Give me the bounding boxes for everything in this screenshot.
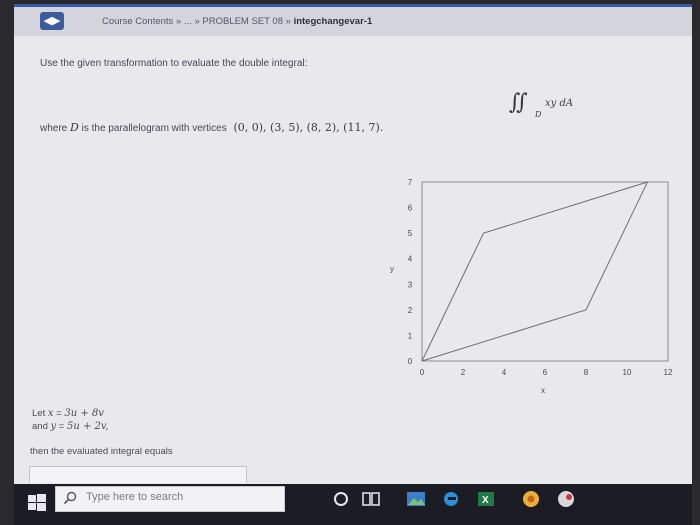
edge-browser-icon[interactable] — [440, 489, 462, 509]
y-tick-label: 1 — [408, 331, 413, 340]
x-tick-label: 10 — [623, 368, 632, 377]
x-tick-label: 0 — [420, 368, 425, 377]
region-description: where D is the parallelogram with vertic… — [40, 121, 383, 134]
x-tick-label: 6 — [543, 368, 548, 377]
app-icon-chat[interactable] — [555, 489, 577, 509]
header-accent-stripe — [14, 4, 692, 7]
breadcrumb-course-contents[interactable]: Course Contents — [102, 16, 173, 27]
where-prefix: where — [40, 123, 68, 134]
search-icon — [63, 491, 77, 505]
breadcrumb-ellipsis[interactable]: ... — [184, 16, 192, 27]
app-icon-yellow[interactable] — [520, 489, 542, 509]
y-tick-label: 6 — [408, 204, 413, 213]
cortana-icon[interactable] — [330, 489, 352, 509]
y-variable: y — [50, 421, 57, 432]
excel-icon[interactable]: X — [475, 489, 497, 509]
x-axis-label: x — [541, 386, 545, 395]
photos-app-icon[interactable] — [405, 489, 427, 509]
back-button[interactable]: ◀▶ — [40, 12, 64, 30]
let-label: Let — [32, 408, 46, 419]
breadcrumb-separator: » — [175, 16, 182, 27]
integral-sign: ∬ — [509, 90, 528, 115]
transformation-y-line: and y = 5u + 2v, — [32, 420, 109, 433]
vertex-list: (0, 0), (3, 5), (8, 2), (11, 7). — [233, 121, 384, 134]
answer-input[interactable] — [29, 466, 247, 483]
breadcrumb-separator: » — [194, 16, 200, 27]
y-expression: 5u + 2v, — [67, 421, 109, 432]
windows-start-icon[interactable] — [24, 490, 50, 516]
integrand: xy dA — [545, 98, 573, 109]
x-variable: x — [47, 408, 54, 419]
double-integral-expression: ∬ D xy dA — [509, 90, 573, 119]
equals-sign: = — [58, 421, 65, 432]
integral-region-label: D — [534, 110, 542, 119]
parallelogram-chart: 0 2 4 6 8 10 1201234567xy — [390, 178, 673, 395]
back-arrow-icon: ◀▶ — [43, 15, 61, 27]
y-axis-label: y — [390, 265, 394, 274]
transformation-x-line: Let x = 3u + 8v — [32, 407, 109, 420]
x-tick-label: 4 — [502, 368, 507, 377]
breadcrumb: Course Contents » ... » PROBLEM SET 08 »… — [102, 16, 372, 27]
y-tick-label: 5 — [408, 229, 413, 238]
screen-bezel-left — [0, 0, 14, 525]
x-tick-label: 8 — [584, 368, 589, 377]
and-label: and — [32, 421, 48, 432]
equals-sign: = — [56, 408, 62, 419]
x-tick-label: 2 — [461, 368, 466, 377]
search-placeholder: Type here to search — [86, 491, 184, 503]
problem-instruction: Use the given transformation to evaluate… — [40, 58, 308, 69]
breadcrumb-separator: » — [285, 16, 291, 27]
region-symbol: D — [70, 121, 79, 134]
y-tick-label: 2 — [408, 306, 413, 315]
plot-frame — [421, 181, 669, 362]
breadcrumb-current: integchangevar-1 — [293, 16, 373, 27]
where-suffix: is the parallelogram with vertices — [81, 123, 227, 134]
screen-bezel-right — [692, 0, 700, 525]
breadcrumb-problem-set[interactable]: PROBLEM SET 08 — [202, 16, 283, 27]
x-tick-label: 12 — [664, 368, 673, 377]
svg-text:X: X — [482, 495, 489, 506]
parallelogram-outline — [421, 181, 649, 362]
result-prompt: then the evaluated integral equals — [30, 446, 173, 457]
y-tick-label: 7 — [408, 178, 413, 187]
y-tick-label: 4 — [408, 255, 413, 264]
x-expression: 3u + 8v — [64, 408, 104, 419]
transformation-block: Let x = 3u + 8v and y = 5u + 2v, — [32, 407, 109, 433]
y-tick-label: 0 — [408, 357, 413, 366]
task-view-icon[interactable] — [360, 489, 382, 509]
y-tick-label: 3 — [408, 280, 413, 289]
